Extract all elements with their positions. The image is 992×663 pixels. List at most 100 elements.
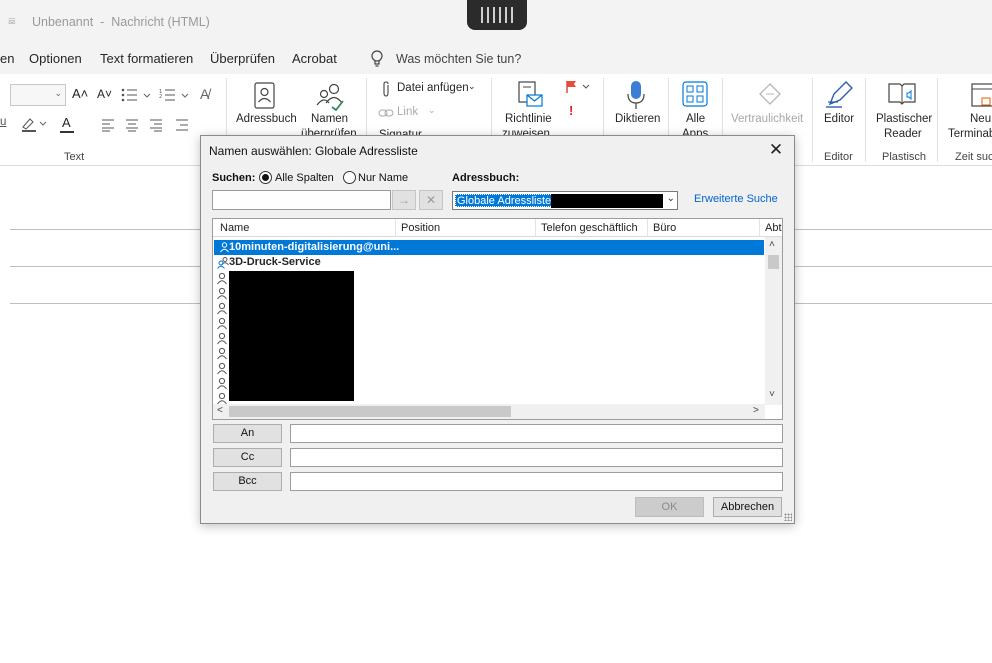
column-header-phone[interactable]: Telefon geschäftlich <box>541 222 638 234</box>
scrollbar-thumb[interactable] <box>768 255 779 269</box>
highlighter-icon[interactable] <box>20 116 50 132</box>
link-icon[interactable] <box>378 107 394 119</box>
window-grip-handle[interactable] <box>467 0 527 30</box>
resize-grip-icon[interactable] <box>784 513 792 521</box>
search-label: Suchen: <box>212 172 256 184</box>
chevron-down-icon[interactable]: ⌄ <box>428 105 436 116</box>
adressbuch-button[interactable]: Adressbuch <box>236 112 297 127</box>
bullet-list-icon[interactable] <box>121 88 153 102</box>
column-header-department[interactable]: Abt <box>765 222 782 234</box>
ok-button[interactable]: OK <box>635 497 704 517</box>
richtlinie-button-line1[interactable]: Richtlinie <box>505 112 552 127</box>
column-divider[interactable] <box>759 219 760 237</box>
alle-apps-line1[interactable]: Alle <box>686 112 705 127</box>
flag-icon[interactable] <box>565 80 591 94</box>
column-header-office[interactable]: Büro <box>653 222 676 234</box>
cc-field[interactable] <box>290 448 783 467</box>
tab-optionen[interactable]: Optionen <box>29 51 82 66</box>
list-item[interactable]: 3D-Druck-Service <box>214 255 764 270</box>
column-header-name[interactable]: Name <box>220 222 249 234</box>
search-input[interactable] <box>212 190 391 210</box>
chevron-down-icon[interactable]: ⌄ <box>667 193 675 204</box>
person-icon <box>217 287 227 300</box>
apps-grid-icon[interactable] <box>682 81 708 107</box>
address-list[interactable]: Name Position Telefon geschäftlich Büro … <box>212 218 783 420</box>
contact-name: 10minuten-digitalisierung@uni... <box>229 241 400 253</box>
column-header-position[interactable]: Position <box>401 222 440 234</box>
column-divider[interactable] <box>647 219 648 237</box>
neu-line2[interactable]: Terminab <box>948 127 992 142</box>
advanced-search-link[interactable]: Erweiterte Suche <box>694 193 778 205</box>
editor-button[interactable]: Editor <box>824 112 854 127</box>
go-arrow-icon[interactable]: → <box>392 190 416 210</box>
numbered-list-icon[interactable]: 1 2 <box>159 88 191 102</box>
quick-access-dropdown-icon[interactable]: ⯹ <box>8 15 16 32</box>
list-header: Name Position Telefon geschäftlich Büro … <box>213 219 782 237</box>
paperclip-icon[interactable] <box>381 81 391 97</box>
tab-ueberpruefen[interactable]: Überprüfen <box>210 51 275 66</box>
tell-me-search[interactable]: Was möchten Sie tun? <box>396 52 521 66</box>
new-appointment-icon[interactable] <box>970 81 992 109</box>
diktieren-button[interactable]: Diktieren <box>615 112 660 127</box>
tab-partial[interactable]: en <box>0 51 14 66</box>
column-divider[interactable] <box>535 219 536 237</box>
vertical-scrollbar[interactable]: ˄ ˅ <box>765 237 782 405</box>
to-button[interactable]: An <box>213 424 282 443</box>
radio-name-only[interactable] <box>343 171 356 184</box>
close-icon[interactable]: ✕ <box>766 140 786 160</box>
sensitivity-icon[interactable] <box>756 80 784 108</box>
radio-name-only-label[interactable]: Nur Name <box>358 172 408 184</box>
underline-icon[interactable]: u <box>0 116 6 128</box>
shrink-font-icon[interactable]: A˅ <box>97 87 112 101</box>
ribbon-separator <box>937 78 938 162</box>
address-book-icon[interactable] <box>253 82 277 110</box>
person-icon <box>217 362 227 375</box>
tab-text-formatieren[interactable]: Text formatieren <box>100 51 193 66</box>
editor-pen-icon[interactable] <box>824 80 854 110</box>
clear-search-icon[interactable]: ✕ <box>419 190 443 210</box>
grow-font-icon[interactable]: A˄ <box>72 86 88 101</box>
vertraulichkeit-button[interactable]: Vertraulichkeit <box>731 112 803 127</box>
cancel-button[interactable]: Abbrechen <box>713 497 782 517</box>
person-icon <box>217 347 227 360</box>
tab-acrobat[interactable]: Acrobat <box>292 51 337 66</box>
scroll-up-icon[interactable]: ˄ <box>769 239 775 250</box>
plastischer-line1[interactable]: Plastischer <box>876 112 932 127</box>
bcc-field[interactable] <box>290 472 783 491</box>
namen-button-line1[interactable]: Namen <box>311 112 348 127</box>
check-names-icon[interactable] <box>315 81 345 111</box>
group-label-text: Text <box>64 151 85 163</box>
clear-formatting-icon[interactable]: A̸ <box>200 86 209 102</box>
group-label-plastisch: Plastisch <box>882 151 927 163</box>
microphone-icon[interactable] <box>625 80 647 112</box>
horizontal-scrollbar[interactable]: < > <box>213 404 765 419</box>
high-importance-icon[interactable]: ! <box>569 103 573 118</box>
to-field[interactable] <box>290 424 783 443</box>
font-size-select[interactable]: ⌄ <box>10 84 66 106</box>
scroll-left-icon[interactable]: < <box>217 405 223 416</box>
radio-all-columns[interactable] <box>259 171 272 184</box>
plastischer-line2[interactable]: Reader <box>884 127 922 142</box>
neu-line1[interactable]: Neu <box>970 112 991 127</box>
radio-all-columns-label[interactable]: Alle Spalten <box>275 172 334 184</box>
bcc-button[interactable]: Bcc <box>213 472 282 491</box>
group-contact-icon <box>217 257 229 269</box>
cc-button[interactable]: Cc <box>213 448 282 467</box>
chevron-down-icon[interactable]: ⌄ <box>468 81 476 92</box>
redacted-region <box>229 271 354 401</box>
immersive-reader-icon[interactable] <box>887 80 917 108</box>
scroll-down-icon[interactable]: ˅ <box>769 389 775 400</box>
addressbook-select[interactable]: Globale Adressliste ⌄ <box>452 191 678 210</box>
font-color-icon[interactable]: A <box>62 115 71 130</box>
column-divider[interactable] <box>395 219 396 237</box>
scroll-right-icon[interactable]: > <box>753 405 759 416</box>
policy-icon[interactable] <box>516 81 544 109</box>
link-button[interactable]: Link <box>397 106 418 118</box>
window-title: Unbenannt - Nachricht (HTML) <box>32 15 210 29</box>
lightbulb-icon[interactable] <box>370 50 384 68</box>
align-icons[interactable] <box>100 118 198 132</box>
datei-anfuegen-button[interactable]: Datei anfügen <box>397 82 469 94</box>
person-icon <box>217 377 227 390</box>
list-item[interactable]: 10minuten-digitalisierung@uni... <box>214 240 764 255</box>
scrollbar-thumb[interactable] <box>229 406 511 417</box>
